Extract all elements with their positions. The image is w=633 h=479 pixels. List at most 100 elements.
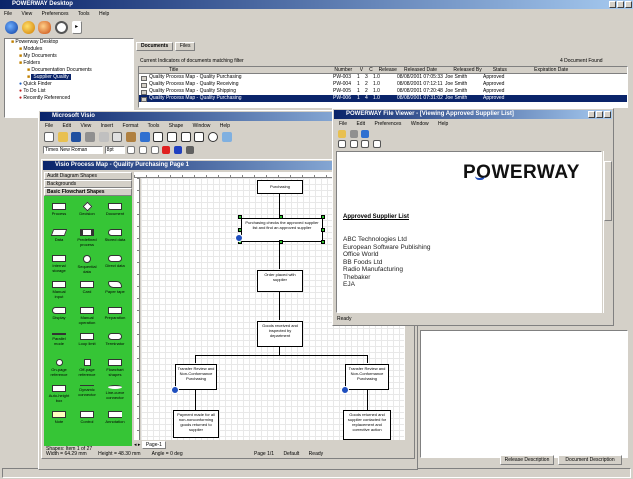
- close-button[interactable]: [625, 1, 632, 8]
- tree-item[interactable]: ● Recently Referenced: [5, 95, 133, 102]
- viewer-menu-window[interactable]: Window: [411, 121, 429, 127]
- page-icon[interactable]: [338, 140, 346, 148]
- stencil-shape[interactable]: Direct data: [104, 254, 126, 274]
- underline-icon[interactable]: [150, 146, 159, 154]
- viewer-menu-preferences[interactable]: Preferences: [374, 121, 401, 127]
- stencil-shape[interactable]: Off-page reference: [76, 358, 98, 378]
- tree-item[interactable]: ■ Modules: [5, 46, 133, 53]
- connection-point-icon[interactable]: [171, 386, 179, 394]
- visio-menu-window[interactable]: Window: [193, 123, 211, 129]
- stencil-shape[interactable]: Card: [76, 280, 98, 300]
- stencil-shape[interactable]: Control: [76, 410, 98, 430]
- stencil-shape[interactable]: Internal storage: [48, 254, 70, 274]
- copy-icon[interactable]: [112, 132, 123, 142]
- menu-preferences[interactable]: Preferences: [42, 11, 69, 17]
- people-icon[interactable]: [38, 21, 52, 34]
- flowchart-payment[interactable]: Payment made for all non-nonconforming g…: [173, 410, 219, 438]
- viewer-minimize-button[interactable]: [588, 111, 595, 118]
- selection-handle[interactable]: [321, 228, 325, 232]
- flowchart-order-placed[interactable]: Order placed with supplier: [257, 270, 303, 292]
- fit-icon[interactable]: [373, 140, 382, 148]
- text-icon[interactable]: [180, 132, 191, 142]
- paste-icon[interactable]: [126, 132, 137, 142]
- home-icon[interactable]: [5, 21, 18, 34]
- stencil-shape[interactable]: Note: [48, 410, 70, 430]
- stencil-shape[interactable]: Terminator: [104, 332, 126, 352]
- send-icon[interactable]: [361, 130, 370, 138]
- flowchart-returned[interactable]: Goods returned and supplier contacted fo…: [343, 410, 391, 440]
- col-number[interactable]: Number: [334, 67, 358, 73]
- stencil-shape[interactable]: Stored data: [104, 228, 126, 248]
- visio-menu-format[interactable]: Format: [123, 123, 139, 129]
- viewer-menu-file[interactable]: File: [339, 121, 347, 127]
- stencil-shape[interactable]: Decision: [76, 201, 98, 222]
- rectangle-icon[interactable]: [194, 132, 205, 142]
- tree-item[interactable]: ■ Powerway Desktop: [5, 39, 133, 46]
- stencil-header[interactable]: Basic Flowchart Shapes: [44, 188, 132, 196]
- font-size-select[interactable]: 8pt: [104, 146, 125, 154]
- minimize-button[interactable]: [609, 1, 616, 8]
- stencil-shape[interactable]: Dynamic connector: [76, 384, 98, 404]
- selection-handle[interactable]: [238, 228, 242, 232]
- visio-menu-tools[interactable]: Tools: [148, 123, 160, 129]
- table-row[interactable]: Quality Process Map - Quality Shipping PW…: [139, 88, 627, 95]
- stencil-shape[interactable]: Auto-height box: [48, 384, 70, 404]
- tab-page-1[interactable]: Page-1: [141, 441, 166, 449]
- stencil-shape[interactable]: Parallel mode: [48, 332, 70, 352]
- tree-item[interactable]: ■ Documentation Documents: [5, 67, 133, 74]
- visio-menu-help[interactable]: Help: [220, 123, 230, 129]
- tree-item[interactable]: ■ My Documents: [5, 53, 133, 60]
- connection-point-icon[interactable]: [341, 386, 349, 394]
- selection-handle[interactable]: [321, 240, 325, 244]
- fill-color-icon[interactable]: [162, 146, 171, 154]
- release-description-button[interactable]: Release Description: [500, 455, 554, 465]
- viewer-maximize-button[interactable]: [596, 111, 603, 118]
- tree-item[interactable]: ■ Folders: [5, 60, 133, 67]
- hand-icon[interactable]: [21, 21, 35, 34]
- page-nav-icon[interactable]: ◂ ▸: [134, 442, 140, 448]
- col-c[interactable]: C: [369, 67, 377, 73]
- selection-handle[interactable]: [238, 215, 242, 219]
- selection-handle[interactable]: [279, 215, 283, 219]
- tree-item[interactable]: ● Quick Finder: [5, 81, 133, 88]
- open-icon[interactable]: [338, 130, 346, 138]
- stencil-shape[interactable]: Document: [104, 202, 126, 222]
- stencil-shape[interactable]: Annotation: [104, 410, 126, 430]
- open-icon[interactable]: [57, 132, 68, 142]
- stencil-shape[interactable]: Sequential data: [76, 254, 98, 274]
- viewer-menu-edit[interactable]: Edit: [356, 121, 365, 127]
- font-select[interactable]: Times New Roman: [43, 146, 103, 154]
- flowchart-purchasing[interactable]: Purchasing: [257, 180, 303, 194]
- pages-icon[interactable]: [349, 140, 358, 148]
- document-description-button[interactable]: Document Description: [558, 455, 622, 465]
- flowchart-review-right[interactable]: Transfer Review and Non-Conformance Purc…: [345, 364, 389, 390]
- maximize-button[interactable]: [617, 1, 624, 8]
- table-row[interactable]: Quality Process Map - Quality Receiving P…: [139, 81, 627, 88]
- new-icon[interactable]: [44, 132, 54, 142]
- tree-item-selected[interactable]: ■ Supplier Quality: [5, 74, 133, 81]
- viewer-vertical-scrollbar[interactable]: [603, 151, 612, 313]
- col-title[interactable]: Title: [139, 67, 333, 73]
- col-release[interactable]: Release: [379, 67, 403, 73]
- viewer-menu-help[interactable]: Help: [438, 121, 448, 127]
- stencil-shape[interactable]: Loop limit: [76, 332, 98, 352]
- bold-icon[interactable]: [127, 146, 136, 154]
- clock-icon[interactable]: [55, 21, 69, 34]
- print-icon[interactable]: [85, 132, 96, 142]
- zoom-icon[interactable]: [221, 132, 232, 142]
- flowchart-goods-received[interactable]: Goods received and inspected by departme…: [257, 321, 303, 347]
- menu-help[interactable]: Help: [99, 11, 109, 17]
- col-released-by[interactable]: Released By: [453, 67, 491, 73]
- stencil-shape[interactable]: Data: [48, 228, 70, 248]
- tab-files[interactable]: Files: [174, 42, 196, 51]
- flowchart-review-left[interactable]: Transfer Review and Non-Conformance Purc…: [175, 364, 217, 390]
- scroll-thumb[interactable]: [604, 161, 612, 221]
- stencil-shape[interactable]: Display: [48, 306, 70, 326]
- visio-menu-insert[interactable]: Insert: [101, 123, 114, 129]
- stencil-shape[interactable]: Line-curve connector: [104, 384, 126, 404]
- save-icon[interactable]: [71, 132, 82, 142]
- stencil-shape[interactable]: On-page reference: [48, 358, 70, 378]
- visio-menu-edit[interactable]: Edit: [62, 123, 71, 129]
- stencil-shape[interactable]: Manual operation: [76, 306, 98, 326]
- visio-menu-shape[interactable]: Shape: [169, 123, 183, 129]
